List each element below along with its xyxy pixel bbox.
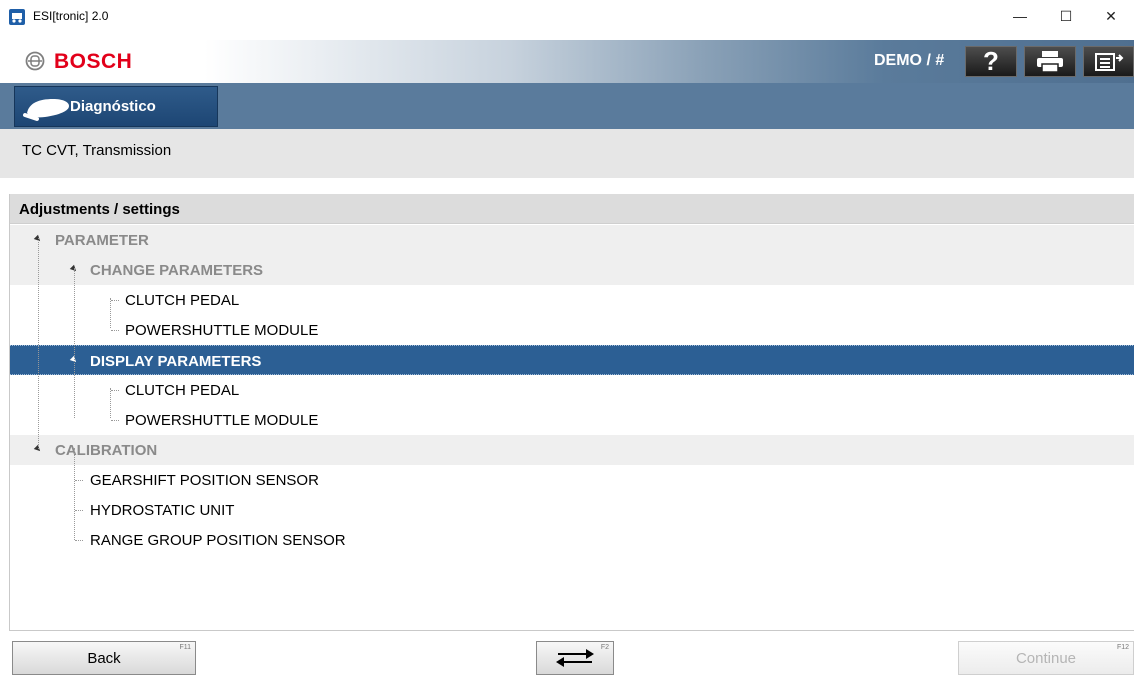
tree-connector xyxy=(110,298,111,328)
help-icon: ? xyxy=(983,46,999,76)
tree-connector xyxy=(110,388,111,418)
tree-connector xyxy=(111,420,119,421)
tree-item-label: HYDROSTATIC UNIT xyxy=(90,502,235,519)
tree-connector xyxy=(75,540,83,541)
window-titlebar: ESI[tronic] 2.0 — ☐ ✕ xyxy=(0,0,1134,40)
tree-item-label: CLUTCH PEDAL xyxy=(125,382,240,399)
tab-diagnostico-label: Diagnóstico xyxy=(70,98,156,115)
brand-name: BOSCH xyxy=(54,50,133,73)
continue-hotkey: F12 xyxy=(1116,644,1129,651)
tree-connector xyxy=(75,510,83,511)
tree-item-label: GEARSHIFT POSITION SENSOR xyxy=(90,472,319,489)
tree-item-clutch-pedal[interactable]: CLUTCH PEDAL xyxy=(10,285,1134,315)
tree-connector xyxy=(74,268,75,418)
back-button-label: Back xyxy=(87,649,121,667)
car-icon xyxy=(23,99,69,121)
tree-item-label: RANGE GROUP POSITION SENSOR xyxy=(90,532,346,549)
tree-item-hydrostatic-unit[interactable]: HYDROSTATIC UNIT xyxy=(10,495,1134,525)
tree-connector xyxy=(111,330,119,331)
menu-export-button[interactable] xyxy=(1083,46,1134,77)
breadcrumb-text: TC CVT, Transmission xyxy=(22,142,172,159)
tree-connector xyxy=(74,448,75,540)
switch-button[interactable]: F2 xyxy=(536,641,614,675)
panel-title: Adjustments / settings xyxy=(19,201,180,218)
tree-item-range-group-position-sensor[interactable]: RANGE GROUP POSITION SENSOR xyxy=(10,525,1134,555)
tree-connector xyxy=(38,238,39,449)
swap-arrows-icon xyxy=(556,649,594,667)
print-icon xyxy=(1037,50,1063,73)
back-button[interactable]: Back F11 xyxy=(12,641,196,675)
back-hotkey: F11 xyxy=(179,644,191,651)
tree-node-label: PARAMETER xyxy=(55,232,149,249)
tree-node-label: DISPLAY PARAMETERS xyxy=(90,353,262,370)
tree-node-label: CALIBRATION xyxy=(55,442,158,459)
app-header xyxy=(0,40,1134,83)
demo-label: DEMO / # xyxy=(874,52,945,69)
tree-node-label: CHANGE PARAMETERS xyxy=(90,262,264,279)
tree-node-change-parameters[interactable]: CHANGE PARAMETERS xyxy=(10,255,1134,285)
adjustments-panel: Adjustments / settings PARAMETER CHANGE … xyxy=(9,194,1134,631)
tree-item-powershuttle-module[interactable]: POWERSHUTTLE MODULE xyxy=(10,315,1134,345)
minimize-button[interactable]: — xyxy=(997,0,1043,32)
continue-button[interactable]: Continue F12 xyxy=(958,641,1134,675)
menu-export-icon xyxy=(1094,52,1123,71)
tree-item-gearshift-position-sensor[interactable]: GEARSHIFT POSITION SENSOR xyxy=(10,465,1134,495)
tree-item-label: POWERSHUTTLE MODULE xyxy=(125,412,319,429)
print-button[interactable] xyxy=(1024,46,1076,77)
tree-node-display-parameters[interactable]: DISPLAY PARAMETERS xyxy=(10,345,1134,375)
tree-node-parameter[interactable]: PARAMETER xyxy=(10,225,1134,255)
tree-item-powershuttle-module[interactable]: POWERSHUTTLE MODULE xyxy=(10,405,1134,435)
tree-connector xyxy=(111,390,119,391)
switch-hotkey: F2 xyxy=(600,644,609,651)
tree-connector xyxy=(75,480,83,481)
tree-connector xyxy=(111,300,119,301)
tree-item-clutch-pedal[interactable]: CLUTCH PEDAL xyxy=(10,375,1134,405)
tree-item-label: CLUTCH PEDAL xyxy=(125,292,240,309)
breadcrumb: TC CVT, Transmission xyxy=(0,129,1134,178)
bosch-logo-icon xyxy=(25,51,45,71)
help-button[interactable]: ? xyxy=(965,46,1017,77)
tree-item-label: POWERSHUTTLE MODULE xyxy=(125,322,319,339)
app-icon xyxy=(9,9,25,25)
panel-header: Adjustments / settings xyxy=(10,194,1134,224)
close-button[interactable]: ✕ xyxy=(1088,0,1134,32)
maximize-button[interactable]: ☐ xyxy=(1043,0,1089,32)
tree-node-calibration[interactable]: CALIBRATION xyxy=(10,435,1134,465)
continue-button-label: Continue xyxy=(1015,649,1077,667)
window-title: ESI[tronic] 2.0 xyxy=(33,9,109,23)
